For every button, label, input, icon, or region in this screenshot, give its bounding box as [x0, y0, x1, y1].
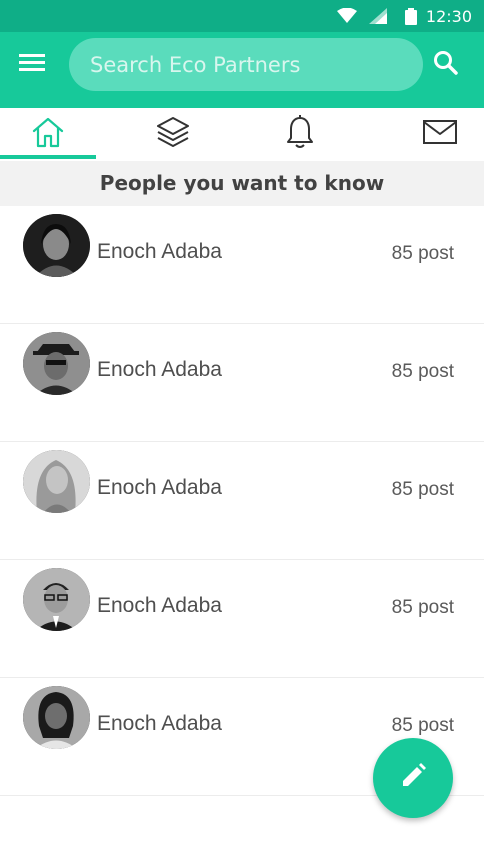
- search-bar: [69, 38, 423, 91]
- list-item[interactable]: Enoch Adaba 85 post: [0, 442, 484, 560]
- post-count: 85 post: [391, 361, 454, 382]
- post-count: 85 post: [391, 479, 454, 500]
- avatar: [23, 332, 90, 395]
- wifi-icon: [337, 7, 357, 29]
- people-list: Enoch Adaba 85 post Enoch Adaba 85 post: [0, 206, 484, 796]
- pencil-icon: [399, 762, 427, 795]
- post-count: 85 post: [391, 243, 454, 264]
- mail-icon: [422, 119, 458, 150]
- app-bar: [0, 32, 484, 108]
- post-count: 85 post: [391, 597, 454, 618]
- avatar: [23, 568, 90, 631]
- signal-icon: [369, 8, 387, 29]
- active-tab-indicator: [0, 155, 96, 159]
- avatar: [23, 686, 90, 749]
- search-input[interactable]: [69, 38, 390, 91]
- home-icon: [31, 116, 65, 153]
- hamburger-menu-icon[interactable]: [18, 50, 48, 76]
- tab-home[interactable]: [0, 108, 96, 161]
- tab-bar: [0, 108, 484, 161]
- section-title: People you want to know: [0, 161, 484, 206]
- battery-icon: [405, 8, 417, 30]
- bell-icon: [285, 114, 315, 155]
- list-item[interactable]: Enoch Adaba 85 post: [0, 560, 484, 678]
- avatar: [23, 214, 90, 277]
- status-time: 12:30: [425, 7, 472, 26]
- list-item[interactable]: Enoch Adaba 85 post: [0, 206, 484, 324]
- person-name: Enoch Adaba: [97, 712, 222, 735]
- compose-fab-button[interactable]: [373, 738, 453, 818]
- avatar: [23, 450, 90, 513]
- layers-icon: [155, 115, 191, 154]
- tab-layers[interactable]: [125, 108, 221, 161]
- person-name: Enoch Adaba: [97, 476, 222, 499]
- person-name: Enoch Adaba: [97, 358, 222, 381]
- tab-messages[interactable]: [392, 108, 484, 161]
- status-bar: 12:30: [0, 0, 484, 32]
- person-name: Enoch Adaba: [97, 594, 222, 617]
- person-name: Enoch Adaba: [97, 240, 222, 263]
- post-count: 85 post: [391, 715, 454, 736]
- tab-notifications[interactable]: [252, 108, 348, 161]
- list-item[interactable]: Enoch Adaba 85 post: [0, 324, 484, 442]
- search-icon[interactable]: [432, 49, 460, 77]
